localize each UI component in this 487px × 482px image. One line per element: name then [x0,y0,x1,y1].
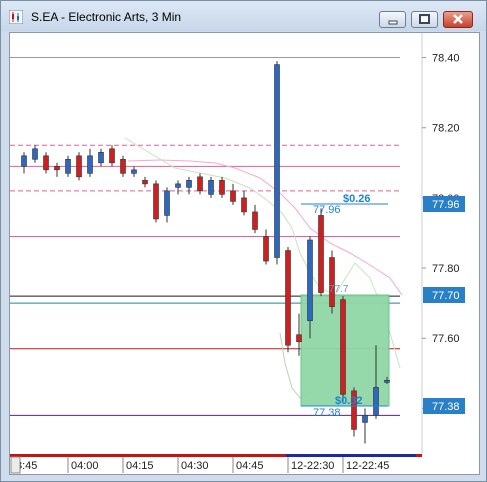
x-tick-label: 04:45 [236,460,264,472]
candle-body [373,387,379,416]
candle-body [175,183,181,188]
candle [241,190,247,216]
candle-body [43,155,49,171]
candle-body [32,148,38,160]
candle [340,296,346,402]
price-bottom-label: 77.38 [313,407,341,419]
candle [131,166,137,177]
chart-app-icon [9,10,23,24]
x-tick-label: 12-22:30 [291,460,334,472]
candlestick-chart[interactable]: $0.26 77.96 77.7 $0.32 77.38 78.40 78.20 7… [10,33,479,474]
candle [263,229,269,265]
candle-body [285,250,291,346]
window-title: S.EA - Electronic Arts, 3 Min [31,10,182,24]
price-tag-label: 77.38 [432,401,460,413]
title-bar[interactable]: S.EA - Electronic Arts, 3 Min [1,1,486,31]
delta-top-label: $0.26 [343,193,371,205]
candle-body [340,299,346,395]
chart-area[interactable]: $0.26 77.96 77.7 $0.32 77.38 78.40 78.20 7… [9,32,480,475]
candle [329,250,335,314]
minimize-button[interactable] [379,11,406,28]
candle-body [87,155,93,174]
candle [219,176,225,198]
y-tick-label: 77.80 [432,263,460,275]
price-tag: 77.70 [423,287,465,303]
y-tick-label: 78.20 [432,123,460,135]
y-tick-label: 78.40 [432,53,460,65]
candle-body [197,176,203,192]
candle-body [120,159,126,174]
candle-body [21,155,27,167]
candle [186,176,192,195]
price-top-label: 77.96 [313,204,341,216]
price-tag-label: 77.96 [432,199,460,211]
candle-body [153,183,159,220]
candle [274,61,280,265]
x-tick-label: 04:15 [126,460,154,472]
candle-body [296,334,302,343]
candle-body [109,148,115,164]
candle-body [318,215,324,293]
candle-body [362,415,368,423]
candle-body [230,190,236,202]
candle-body [384,380,390,383]
close-icon [453,14,463,24]
time-axis-session-bar [286,454,416,457]
candle [285,247,291,353]
candle-body [76,155,82,178]
candle [318,208,324,297]
candle [142,176,148,188]
delta-bottom-label: $0.32 [335,395,363,407]
candle [153,180,159,223]
candle-body [307,239,313,321]
price-tag: 77.38 [423,398,465,414]
candle-body [164,190,170,216]
candle [230,183,236,205]
candle [98,148,104,167]
candle-body [219,180,225,195]
candle [65,155,71,177]
maximize-icon [419,14,430,24]
maximize-button[interactable] [411,11,438,28]
candle-body [131,169,137,174]
price-mid-label: 77.7 [329,284,349,295]
candle-body [65,159,71,174]
candle-body [208,180,214,195]
candle [362,408,368,444]
candle [164,187,170,223]
minimize-icon [388,20,398,25]
candle [32,145,38,163]
x-tick-label: 04:00 [71,460,99,472]
scroll-handle[interactable] [10,456,21,474]
moving-average-line [127,159,403,296]
candle-body [329,257,335,307]
candle [21,152,27,174]
candle [252,204,258,233]
candle-body [274,64,280,258]
candle [54,162,60,177]
x-tick-label: 04:30 [181,460,209,472]
candle-body [263,236,269,262]
price-tag: 77.96 [423,196,465,212]
candle [208,176,214,198]
candle [87,148,93,177]
chart-window: S.EA - Electronic Arts, 3 Min $0.26 77.9… [0,0,487,482]
candle [76,152,82,181]
candle-body [252,211,258,230]
candle-body [241,197,247,213]
candle [120,155,126,177]
x-tick-label: 12-22:45 [346,460,389,472]
y-tick-label: 77.60 [432,333,460,345]
price-tag-label: 77.70 [432,290,460,302]
candle-body [186,180,192,188]
candle-body [142,180,148,185]
close-button[interactable] [443,11,473,28]
candle [43,152,49,174]
candle [109,145,115,167]
candle-body [54,166,60,171]
candle [175,180,181,195]
candle-body [98,151,104,164]
